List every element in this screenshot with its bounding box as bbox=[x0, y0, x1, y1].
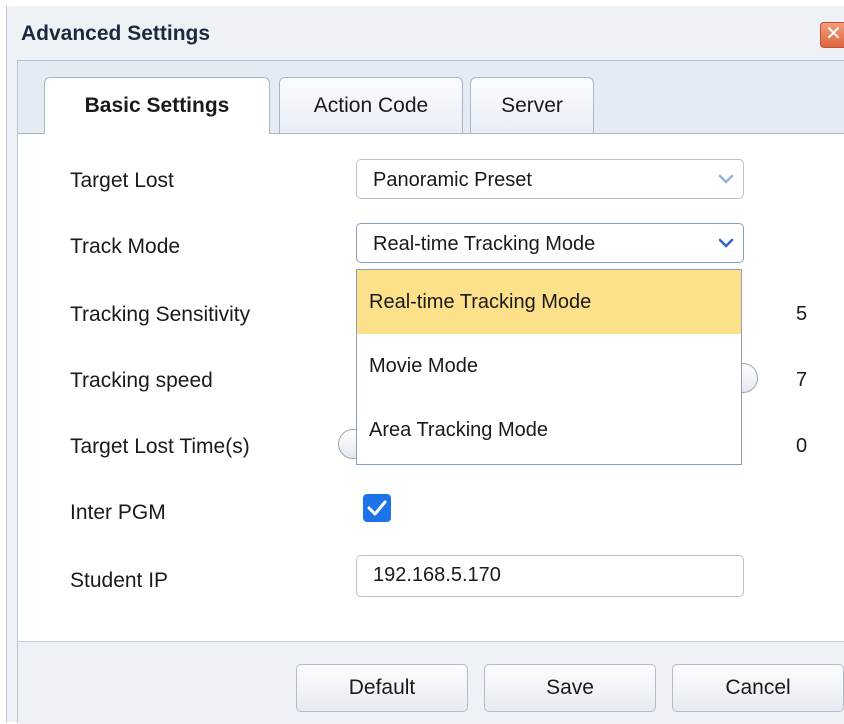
target-lost-value: Panoramic Preset bbox=[373, 169, 532, 191]
target-lost-select[interactable]: Panoramic Preset bbox=[356, 159, 744, 199]
target-lost-time-label: Target Lost Time(s) bbox=[70, 435, 250, 458]
inter-pgm-checkbox[interactable] bbox=[363, 494, 391, 522]
track-mode-select[interactable]: Real-time Tracking Mode bbox=[356, 223, 744, 263]
cancel-button[interactable]: Cancel bbox=[672, 664, 844, 712]
tab-basic-settings[interactable]: Basic Settings bbox=[44, 77, 270, 134]
student-ip-input[interactable]: 192.168.5.170 bbox=[356, 555, 744, 597]
track-mode-label: Track Mode bbox=[70, 235, 181, 258]
dialog-content: Basic Settings Action Code Server Target… bbox=[17, 60, 844, 724]
dropdown-option-movie[interactable]: Movie Mode bbox=[357, 334, 741, 398]
tracking-sensitivity-value: 5 bbox=[796, 303, 808, 325]
tracking-speed-value: 7 bbox=[796, 369, 808, 391]
target-lost-time-value: 0 bbox=[796, 435, 808, 457]
chevron-down-icon bbox=[715, 232, 737, 254]
student-ip-label: Student IP bbox=[70, 569, 169, 592]
tab-action-code[interactable]: Action Code bbox=[279, 77, 463, 133]
dialog-footer: Default Save Cancel bbox=[18, 641, 844, 724]
tab-server[interactable]: Server bbox=[470, 77, 594, 133]
tab-bar: Basic Settings Action Code Server bbox=[18, 61, 844, 134]
tracking-sensitivity-label: Tracking Sensitivity bbox=[70, 303, 251, 326]
chevron-down-icon bbox=[715, 168, 737, 190]
close-icon[interactable]: ✕ bbox=[820, 22, 844, 48]
track-mode-dropdown: Real-time Tracking Mode Movie Mode Area … bbox=[356, 269, 742, 465]
inter-pgm-label: Inter PGM bbox=[70, 501, 166, 524]
default-button[interactable]: Default bbox=[296, 664, 468, 712]
dialog-title: Advanced Settings bbox=[21, 22, 211, 45]
tracking-speed-label: Tracking speed bbox=[70, 369, 213, 392]
save-button[interactable]: Save bbox=[484, 664, 656, 712]
dropdown-option-area[interactable]: Area Tracking Mode bbox=[357, 398, 741, 462]
target-lost-label: Target Lost bbox=[70, 169, 174, 192]
dialog-titlebar: Advanced Settings ✕ bbox=[7, 6, 844, 60]
track-mode-value: Real-time Tracking Mode bbox=[373, 233, 596, 255]
advanced-settings-dialog: Advanced Settings ✕ Basic Settings Actio… bbox=[6, 6, 844, 724]
check-icon bbox=[367, 500, 387, 516]
dropdown-option-realtime[interactable]: Real-time Tracking Mode bbox=[357, 270, 741, 334]
